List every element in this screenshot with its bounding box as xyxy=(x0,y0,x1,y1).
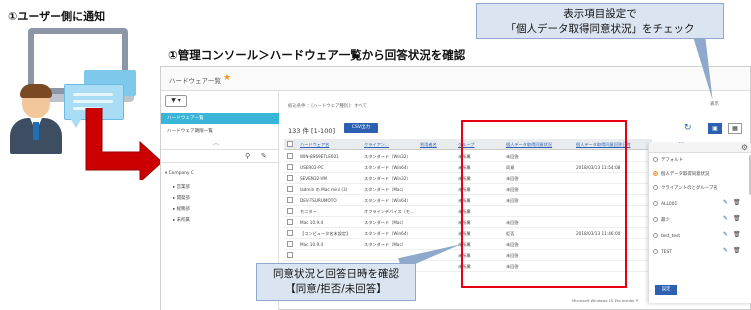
edit-pencil-icon[interactable]: ✎ xyxy=(261,152,267,160)
setting-option[interactable]: デフォルト xyxy=(653,157,683,163)
setting-option-consent[interactable]: 個人データ取得同意状況 xyxy=(653,171,709,177)
setting-option[interactable]: ALL001 xyxy=(653,201,677,207)
trash-icon[interactable]: 🗑 xyxy=(733,215,741,222)
window-header: ハードウェア一覧 ★ xyxy=(161,67,750,91)
user-avatar-icon xyxy=(6,84,66,156)
setting-option[interactable]: TEST xyxy=(653,249,672,255)
trash-icon[interactable]: 🗑 xyxy=(733,231,741,238)
radio-icon[interactable] xyxy=(653,217,658,222)
table-cell: スタンダード（Win32） xyxy=(364,176,411,181)
tree-item-dev[interactable]: ▸ 開発部 xyxy=(173,195,190,201)
trash-icon[interactable]: 🗑 xyxy=(733,247,741,254)
table-cell: スタンダード（Win32） xyxy=(364,154,411,159)
tree-item-sales[interactable]: ▸ 営業部 xyxy=(173,184,190,190)
callout-consent-status: 同意状況と回答日時を確認 【同意/拒否/未回答】 xyxy=(256,263,416,301)
radio-icon[interactable] xyxy=(653,157,658,162)
tree-item-general[interactable]: ▸ 総務部 xyxy=(173,206,190,212)
result-count: 133 件 [1-100] xyxy=(288,127,335,135)
row-checkbox[interactable] xyxy=(287,197,293,203)
row-checkbox[interactable] xyxy=(287,252,293,258)
row-checkbox[interactable] xyxy=(287,186,293,192)
page-title: ハードウェア一覧 xyxy=(169,77,221,85)
callout-line: 「個人データ取得同意状況」をチェック xyxy=(505,23,695,35)
radio-icon[interactable] xyxy=(653,185,658,190)
row-checkbox[interactable] xyxy=(287,164,293,170)
setting-option[interactable]: クライアントのとグループ名 xyxy=(653,185,718,191)
trash-icon[interactable]: 🗑 xyxy=(733,199,741,206)
edit-pencil-icon[interactable]: ✎ xyxy=(723,215,728,222)
refresh-icon[interactable]: ↻ xyxy=(684,123,692,133)
step1-title: ①ユーザー側に通知 xyxy=(8,10,106,23)
table-cell: DEV-TSURUMOTO xyxy=(300,198,337,203)
radio-selected-icon[interactable] xyxy=(653,171,658,176)
column-header[interactable]: クライアン… xyxy=(364,142,389,148)
edit-pencil-icon[interactable]: ✎ xyxy=(723,247,728,254)
setting-option[interactable]: test_test xyxy=(653,233,680,239)
callout-line: 同意状況と回答日時を確認 xyxy=(273,268,399,280)
nav-item-hardware-list[interactable]: ハードウェア一覧 xyxy=(161,113,279,124)
monitor-icon[interactable]: ▣ xyxy=(708,123,722,134)
tree-root[interactable]: ▾ Company C xyxy=(165,171,194,176)
csv-export-button[interactable]: CSV出力 xyxy=(344,123,378,133)
nav-item-hardware-expiry[interactable]: ハードウェア期限一覧 xyxy=(161,126,279,137)
table-cell: モニター xyxy=(300,209,317,214)
tree-search-bar: ⚲ ✎ xyxy=(161,149,279,163)
row-checkbox[interactable] xyxy=(287,175,293,181)
settings-save-button[interactable]: 設定 xyxy=(655,285,677,295)
table-cell: SEVEN32-VM xyxy=(300,176,328,181)
table-cell: Mac 10.9.4 xyxy=(300,242,324,247)
table-cell: 【コンピュータ名未設定】 xyxy=(300,231,351,236)
callout-line: 【同意/拒否/未回答】 xyxy=(285,283,387,295)
column-header[interactable]: ハードウェア名 xyxy=(300,142,329,148)
table-cell: スタンダード（Win64） xyxy=(364,231,411,236)
favorite-star-icon[interactable]: ★ xyxy=(223,73,231,83)
table-cell: オフラインデバイス（モ… xyxy=(364,209,415,214)
consent-columns-highlight xyxy=(461,120,627,288)
row-checkbox[interactable] xyxy=(287,208,293,214)
column-header[interactable]: 利用者名 xyxy=(420,142,437,148)
red-arrow-icon xyxy=(85,108,163,180)
edit-pencil-icon[interactable]: ✎ xyxy=(723,231,728,238)
search-icon[interactable]: ⚲ xyxy=(245,152,250,160)
table-cell: スタンダード（Win64） xyxy=(364,198,411,203)
row-checkbox[interactable] xyxy=(287,219,293,225)
step2-title: ①管理コンソール＞ハードウェア一覧から回答状況を確認 xyxy=(168,48,466,62)
radio-icon[interactable] xyxy=(653,249,658,254)
setting-option[interactable]: 最少 xyxy=(653,217,670,223)
gear-icon[interactable]: ⚙ xyxy=(741,143,748,152)
table-cell: スタンダード（Mac） xyxy=(364,187,406,192)
display-settings-panel: ⚙ デフォルト 個人データ取得同意状況 クライアントのとグループ名 ALL001… xyxy=(648,143,751,303)
select-all-checkbox[interactable] xyxy=(287,141,293,147)
table-cell: スタンダード（Mac） xyxy=(364,220,406,225)
row-checkbox[interactable] xyxy=(287,230,293,236)
radio-icon[interactable] xyxy=(653,201,658,206)
table-cell: スタンダード（Win64） xyxy=(364,165,411,170)
column-settings-icon[interactable]: ▦ xyxy=(728,123,742,134)
filter-breadcrumb: 絞込条件 ：[ハードウェア種別]：すべて xyxy=(288,104,367,109)
edit-pencil-icon[interactable]: ✎ xyxy=(723,199,728,206)
table-cell: USER02-PC xyxy=(300,165,324,170)
table-cell: スタンダード（Mac） xyxy=(364,242,406,247)
status-bar: Microsoft Windows 10 Pro Insider P xyxy=(572,298,639,303)
display-toggle[interactable]: 表示 xyxy=(710,101,719,107)
table-cell: ladmin の Mac mini (3) xyxy=(300,187,348,192)
filter-button[interactable]: ▼ ▾ xyxy=(165,95,187,107)
hardware-list-window: ハードウェア一覧 ★ ▼ ▾ ハードウェア一覧 ハードウェア期限一覧 ︿ ⚲ ✎… xyxy=(160,66,751,310)
callout-line: 表示項目設定で xyxy=(563,8,637,20)
tree-item-unassigned[interactable]: ▸ 未所属 xyxy=(173,217,190,223)
table-cell: WIN-8S69ETLE601 xyxy=(300,154,339,159)
table-cell: Mac 10.9.4 xyxy=(300,220,324,225)
row-checkbox[interactable] xyxy=(287,241,293,247)
row-checkbox[interactable] xyxy=(287,153,293,159)
radio-icon[interactable] xyxy=(653,233,658,238)
callout-display-settings: 表示項目設定で 「個人データ取得同意状況」をチェック xyxy=(476,3,724,39)
collapse-caret-icon[interactable]: ︿ xyxy=(213,138,219,147)
